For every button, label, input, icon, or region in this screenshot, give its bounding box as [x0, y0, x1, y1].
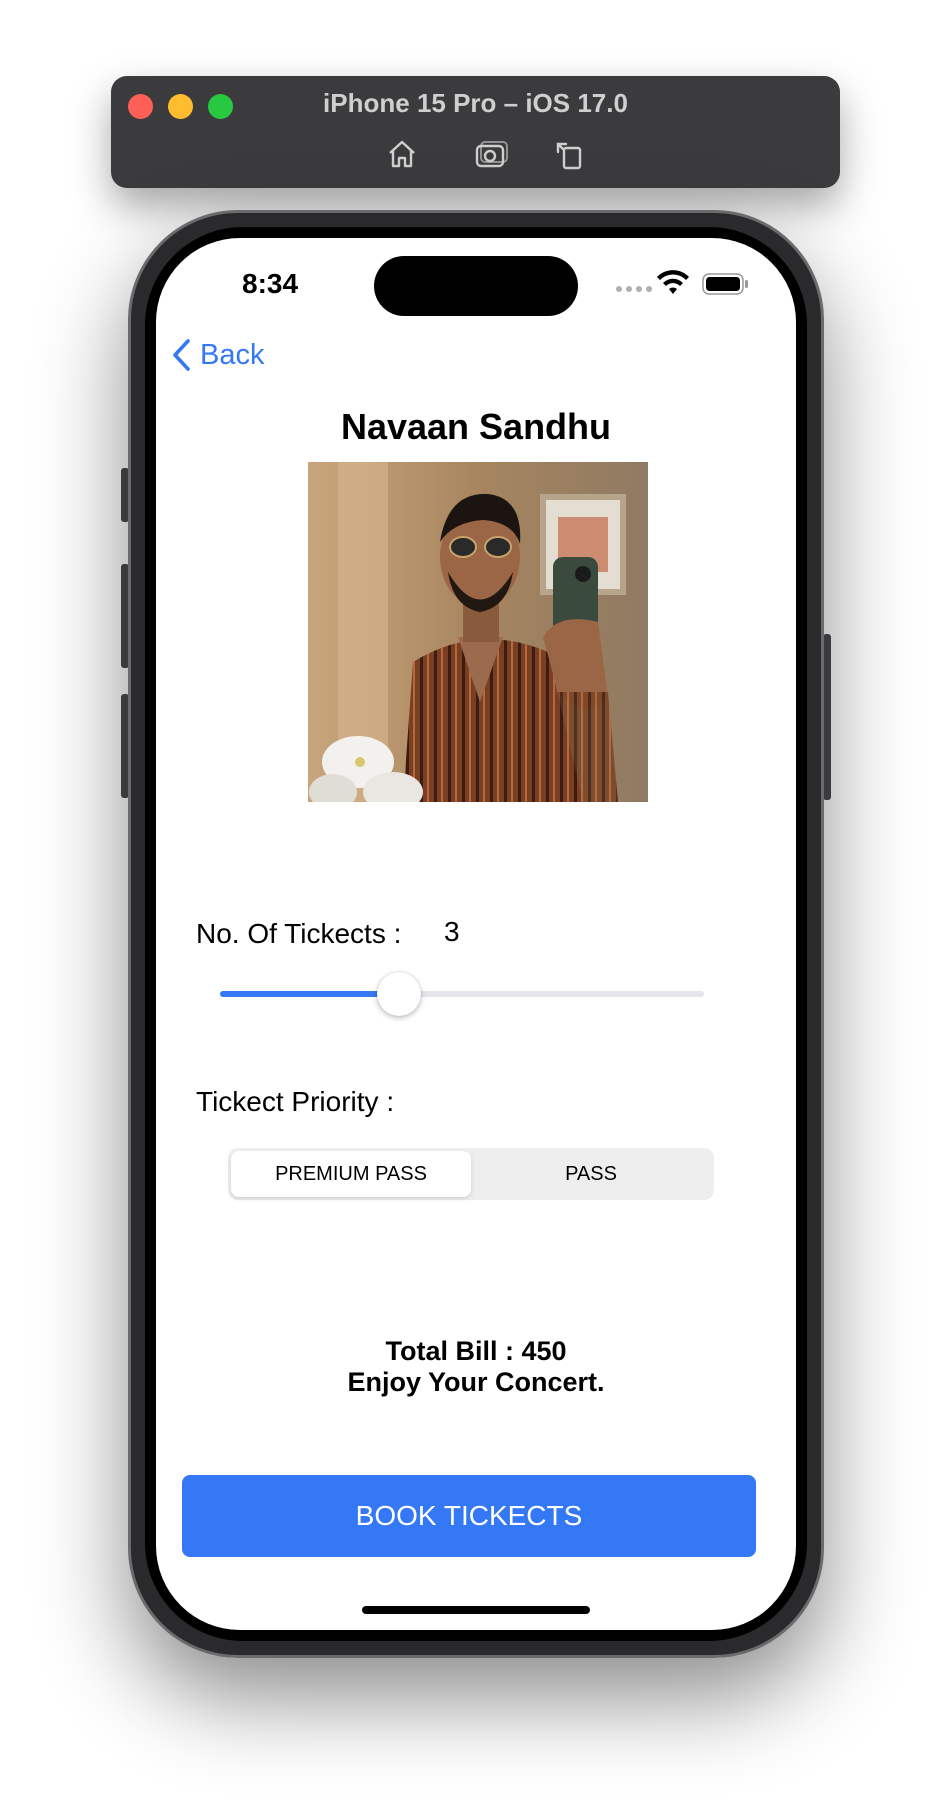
- artist-name: Navaan Sandhu: [340, 406, 612, 447]
- chevron-left-icon: [173, 339, 190, 371]
- screenshot-icon[interactable]: [473, 136, 509, 172]
- cellular-signal-icon: [616, 286, 652, 292]
- book-tickets-button[interactable]: BOOK TICKECTS: [182, 1475, 756, 1557]
- total-bill-text: Total Bill : 450: [385, 1336, 567, 1366]
- status-time: 8:34: [242, 268, 299, 299]
- home-icon[interactable]: [384, 136, 420, 172]
- priority-segmented-control[interactable]: PREMIUM PASS PASS: [228, 1148, 714, 1200]
- dynamic-island: [374, 256, 578, 316]
- simulator-title: iPhone 15 Pro – iOS 17.0: [323, 88, 628, 118]
- battery-icon: [702, 273, 748, 295]
- tickets-label: No. Of Tickects :: [196, 918, 402, 949]
- slider-fill: [220, 991, 399, 997]
- artist-photo: [308, 462, 648, 802]
- simulator-titlebar: iPhone 15 Pro – iOS 17.0: [111, 76, 840, 188]
- home-indicator: [362, 1606, 590, 1614]
- bill-summary: Total Bill : 450 Enjoy Your Concert.: [156, 1336, 796, 1398]
- segment-premium-pass[interactable]: PREMIUM PASS: [231, 1151, 471, 1197]
- back-button[interactable]: Back: [170, 338, 264, 372]
- power-button: [823, 634, 831, 800]
- slider-thumb[interactable]: [377, 972, 421, 1016]
- priority-label: Tickect Priority :: [196, 1086, 395, 1117]
- enjoy-message: Enjoy Your Concert.: [347, 1367, 605, 1397]
- segment-pass[interactable]: PASS: [471, 1151, 711, 1197]
- wifi-icon: [657, 270, 689, 294]
- tickets-count: 3: [444, 916, 460, 947]
- phone-screen: 8:34 Back Navaan Sandhu No. Of Tickects …: [156, 238, 796, 1630]
- tickets-slider[interactable]: [220, 972, 704, 1016]
- back-label: Back: [200, 338, 265, 371]
- rotate-icon[interactable]: [552, 136, 588, 172]
